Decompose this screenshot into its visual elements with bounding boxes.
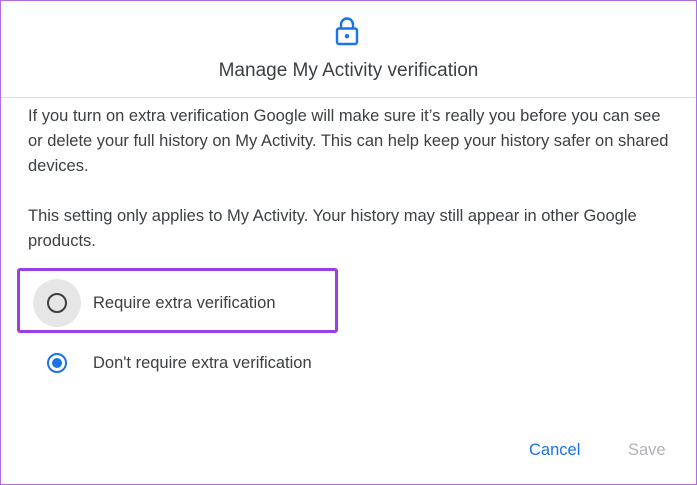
- option-label: Require extra verification: [93, 293, 276, 312]
- scope-note-paragraph: This setting only applies to My Activity…: [28, 207, 637, 250]
- radio-selected-dot: [52, 358, 62, 368]
- dialog-title: Manage My Activity verification: [218, 60, 479, 81]
- verification-dialog: Manage My Activity verification If you t…: [0, 0, 697, 485]
- lock-icon: [335, 17, 359, 46]
- radio-button-checked[interactable]: [47, 353, 67, 373]
- save-button[interactable]: Save: [628, 441, 666, 460]
- option-dont-require-verification[interactable]: Don't require extra verification: [34, 340, 312, 386]
- option-require-verification[interactable]: Require extra verification: [33, 279, 276, 327]
- cancel-button[interactable]: Cancel: [529, 441, 580, 460]
- option-label: Don't require extra verification: [93, 353, 312, 372]
- radio-button-unchecked[interactable]: [47, 293, 67, 313]
- radio-hover-halo: [33, 279, 81, 327]
- title-divider: [1, 97, 696, 98]
- description-paragraph: If you turn on extra verification Google…: [28, 107, 669, 175]
- radio-hover-halo: [33, 339, 81, 387]
